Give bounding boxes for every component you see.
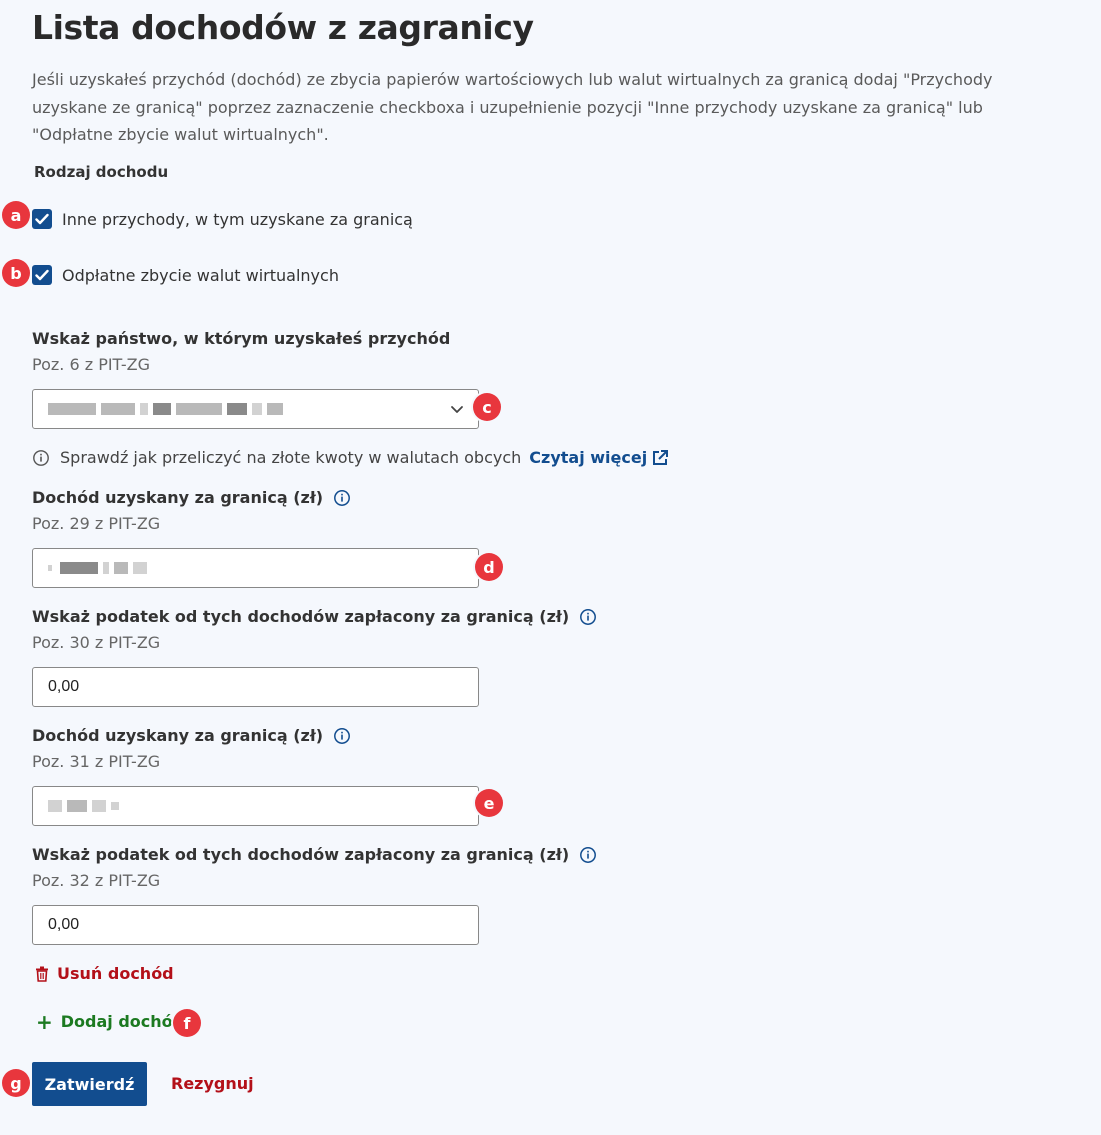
read-more-label: Czytaj więcej bbox=[529, 448, 648, 467]
field-label: Wskaż podatek od tych dochodów zapłacony… bbox=[32, 845, 597, 864]
tax-30-input[interactable]: 0,00 bbox=[32, 667, 479, 707]
field-label-text: Dochód uzyskany za granicą (zł) bbox=[32, 488, 324, 507]
marker-f: f bbox=[173, 1009, 201, 1037]
checkbox-crypto-sale[interactable]: Odpłatne zbycie walut wirtualnych bbox=[32, 264, 339, 286]
country-select[interactable] bbox=[32, 389, 479, 429]
tax-32-input[interactable]: 0,00 bbox=[32, 905, 479, 945]
income-31-input[interactable] bbox=[32, 786, 479, 826]
info-circle-icon bbox=[580, 608, 597, 625]
checkbox-other-income[interactable]: Inne przychody, w tym uzyskane za granic… bbox=[32, 208, 413, 230]
field-sub: Poz. 32 z PIT-ZG bbox=[32, 871, 161, 890]
marker-a: a bbox=[2, 201, 30, 229]
info-button[interactable] bbox=[579, 608, 597, 626]
country-label: Wskaż państwo, w którym uzyskałeś przych… bbox=[32, 329, 450, 348]
submit-button[interactable]: Zatwierdź bbox=[32, 1062, 147, 1106]
income-29-input[interactable] bbox=[32, 548, 479, 588]
info-circle-icon bbox=[580, 846, 597, 863]
checkbox-checked[interactable] bbox=[32, 209, 52, 229]
field-label: Dochód uzyskany za granicą (zł) bbox=[32, 488, 351, 507]
field-label-text: Dochód uzyskany za granicą (zł) bbox=[32, 726, 324, 745]
remove-income-label: Usuń dochód bbox=[57, 964, 174, 983]
country-label-text: Wskaż państwo, w którym uzyskałeś przych… bbox=[32, 329, 451, 348]
field-sub: Poz. 31 z PIT-ZG bbox=[32, 752, 161, 771]
checkmark-icon bbox=[35, 269, 49, 281]
info-button[interactable] bbox=[579, 846, 597, 864]
external-link-icon bbox=[653, 449, 669, 465]
trash-icon bbox=[36, 966, 48, 982]
checkmark-icon bbox=[35, 213, 49, 225]
marker-e: e bbox=[475, 789, 503, 817]
plus-icon: + bbox=[36, 1009, 53, 1034]
add-income-label: Dodaj dochód bbox=[60, 1012, 185, 1031]
field-label: Dochód uzyskany za granicą (zł) bbox=[32, 726, 351, 745]
intro-text: Jeśli uzyskałeś przychód (dochód) ze zby… bbox=[32, 70, 993, 144]
redacted-value bbox=[48, 562, 152, 574]
redacted-value bbox=[48, 403, 288, 415]
currency-hint: Sprawdź jak przeliczyć na złote kwoty w … bbox=[32, 448, 669, 467]
hint-text: Sprawdź jak przeliczyć na złote kwoty w … bbox=[60, 448, 522, 467]
redacted-value bbox=[48, 800, 124, 812]
checkbox-label: Inne przychody, w tym uzyskane za granic… bbox=[62, 209, 413, 229]
marker-g: g bbox=[2, 1069, 30, 1097]
info-circle-icon bbox=[334, 489, 351, 506]
marker-c: c bbox=[473, 393, 501, 421]
country-sub: Poz. 6 z PIT-ZG bbox=[32, 355, 150, 374]
chevron-down-icon bbox=[451, 406, 463, 413]
field-label: Wskaż podatek od tych dochodów zapłacony… bbox=[32, 607, 597, 626]
remove-income-button[interactable]: Usuń dochód bbox=[35, 964, 174, 983]
add-income-button[interactable]: + Dodaj dochód bbox=[36, 1009, 185, 1034]
marker-b: b bbox=[2, 259, 30, 287]
info-circle-icon bbox=[33, 449, 49, 466]
cancel-button[interactable]: Rezygnuj bbox=[171, 1074, 254, 1093]
checkbox-label: Odpłatne zbycie walut wirtualnych bbox=[62, 265, 339, 285]
page: Lista dochodów z zagranicy Jeśli uzyskał… bbox=[0, 0, 1101, 1135]
page-title: Lista dochodów z zagranicy bbox=[32, 8, 534, 47]
info-circle-icon bbox=[334, 727, 351, 744]
field-label-text: Wskaż podatek od tych dochodów zapłacony… bbox=[32, 845, 570, 864]
income-type-label: Rodzaj dochodu bbox=[34, 163, 169, 181]
info-button[interactable] bbox=[333, 727, 351, 745]
field-sub: Poz. 29 z PIT-ZG bbox=[32, 514, 161, 533]
checkbox-checked[interactable] bbox=[32, 265, 52, 285]
read-more-link[interactable]: Czytaj więcej bbox=[529, 448, 669, 467]
field-sub: Poz. 30 z PIT-ZG bbox=[32, 633, 161, 652]
info-button[interactable] bbox=[333, 489, 351, 507]
marker-d: d bbox=[475, 553, 503, 581]
field-label-text: Wskaż podatek od tych dochodów zapłacony… bbox=[32, 607, 570, 626]
